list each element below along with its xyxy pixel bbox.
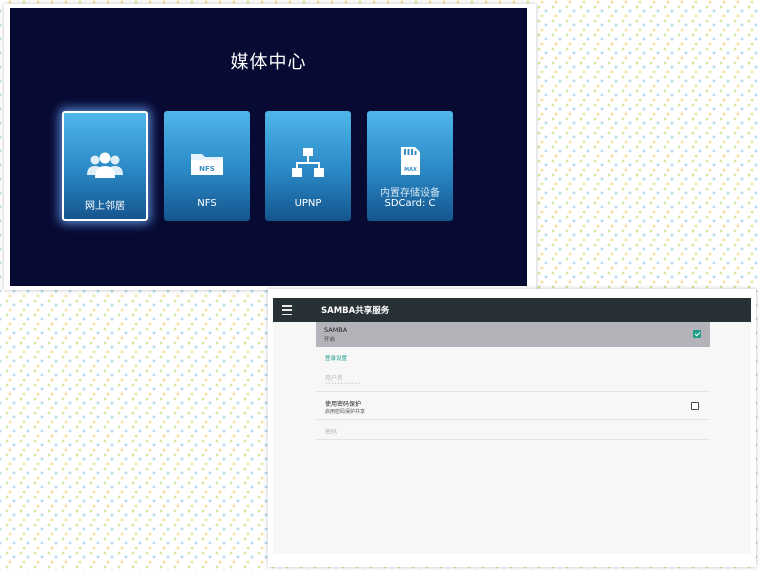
tile-label: NFS <box>197 198 217 209</box>
hamburger-menu-icon[interactable] <box>282 305 292 315</box>
media-center-panel: 媒体中心 网上邻居 NFS NFS UPNP MAX 内置存储设备 SDCard… <box>10 8 527 286</box>
divider <box>316 419 710 420</box>
password-field[interactable]: 密码 <box>325 427 337 436</box>
tile-label: 网上邻居 <box>85 201 125 212</box>
sd-card-icon: MAX <box>367 145 453 177</box>
tile-sdcard[interactable]: MAX 内置存储设备 SDCard: C <box>367 111 453 221</box>
password-protect-title: 使用密码保护 <box>325 401 362 408</box>
tile-network-neighborhood[interactable]: 网上邻居 <box>62 111 148 221</box>
username-field[interactable]: •••••••••••• <box>325 381 360 387</box>
divider <box>316 439 710 440</box>
samba-subtitle: 开启 <box>324 337 336 343</box>
nfs-folder-icon: NFS <box>164 147 250 179</box>
network-tree-icon <box>265 147 351 179</box>
tile-upnp[interactable]: UPNP <box>265 111 351 221</box>
password-protect-subtitle: 启用密码保护共享 <box>325 409 366 415</box>
tile-nfs[interactable]: NFS NFS <box>164 111 250 221</box>
media-center-title: 媒体中心 <box>230 52 307 73</box>
password-protect-checkbox[interactable] <box>691 402 699 410</box>
samba-toggle-row[interactable]: SAMBA 开启 <box>316 322 710 347</box>
samba-title: SAMBA <box>324 326 348 334</box>
sd-icon-text: MAX <box>404 167 417 173</box>
app-bar-title: SAMBA共享服务 <box>321 306 390 316</box>
nfs-icon-text: NFS <box>199 165 215 173</box>
tile-label: UPNP <box>294 198 322 209</box>
app-bar: SAMBA共享服务 <box>273 298 751 322</box>
tile-sub-label: 内置存储设备 <box>380 188 440 199</box>
tile-label: SDCard: C <box>384 198 436 209</box>
login-settings-header: 登录设置 <box>325 356 348 362</box>
users-group-icon <box>64 149 146 181</box>
password-protect-row[interactable]: 使用密码保护 启用密码保护共享 <box>316 392 710 418</box>
samba-settings-panel: SAMBA共享服务 SAMBA 开启 登录设置 用户名 ••••••••••••… <box>273 298 751 554</box>
samba-checkbox[interactable] <box>693 330 701 338</box>
